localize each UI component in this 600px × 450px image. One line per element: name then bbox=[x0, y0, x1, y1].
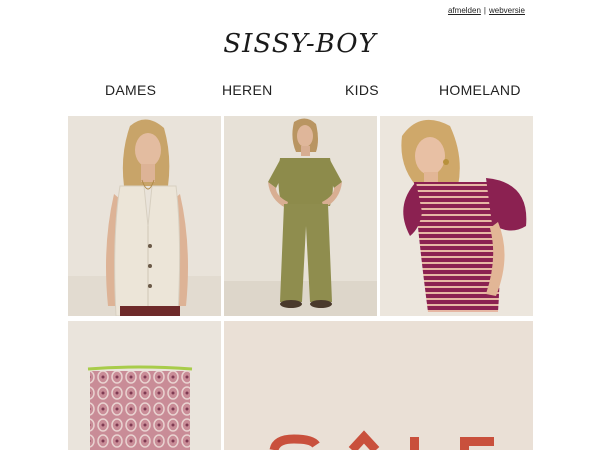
nav-item-homeland[interactable]: HOMELAND bbox=[439, 82, 521, 98]
sale-banner[interactable] bbox=[224, 321, 533, 450]
sale-lettering-graphic bbox=[224, 321, 533, 450]
product-image-olive-set[interactable] bbox=[224, 116, 377, 316]
main-nav: DAMES HEREN KIDS HOMELAND bbox=[67, 82, 533, 98]
woman-waistcoat-illustration bbox=[68, 116, 221, 316]
woman-striped-top-illustration bbox=[380, 116, 533, 316]
top-links: afmelden | webversie bbox=[448, 6, 525, 15]
product-image-waistcoat[interactable] bbox=[68, 116, 221, 316]
nav-item-kids[interactable]: KIDS bbox=[345, 82, 379, 98]
nav-item-heren[interactable]: HEREN bbox=[222, 82, 273, 98]
brand-logo[interactable]: SISSY-BOY bbox=[0, 29, 600, 59]
link-separator: | bbox=[483, 6, 486, 15]
web-version-link[interactable]: webversie bbox=[489, 6, 525, 15]
nav-item-dames[interactable]: DAMES bbox=[105, 82, 156, 98]
unsubscribe-link[interactable]: afmelden bbox=[448, 6, 481, 15]
woman-olive-set-illustration bbox=[224, 116, 377, 316]
patterned-cushion-illustration bbox=[68, 321, 221, 450]
product-image-cushion[interactable] bbox=[68, 321, 221, 450]
product-image-striped-top[interactable] bbox=[380, 116, 533, 316]
